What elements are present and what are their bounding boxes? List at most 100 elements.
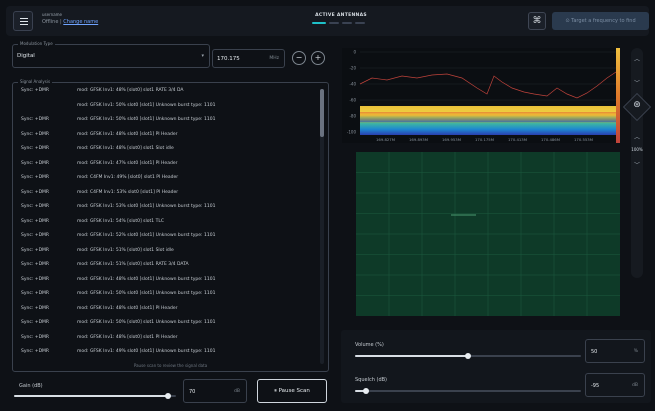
zoom-out-icon[interactable]: ﹀ (631, 160, 643, 169)
pause-scan-button[interactable]: ⏸ Pause Scan (257, 379, 327, 403)
spectrum-x-tick: 169.893M (409, 137, 428, 142)
spectrum-y-tick: -80 (349, 114, 356, 119)
log-scrollbar[interactable] (320, 89, 324, 364)
signal-wave-icon: ⌘ (532, 16, 542, 26)
log-detail: mod: GFSK Inv1: 48% [slot0] slot1 PI Hea… (77, 334, 178, 340)
antenna-indicator (355, 22, 365, 24)
spectrum-y-tick: -100 (347, 130, 357, 135)
squelch-label: Squelch (dB) (355, 377, 387, 383)
chevron-down-icon: ▾ (201, 53, 204, 59)
log-detail: mod: GFSK Inv1: 50% slot0 [slot1] Unknow… (77, 291, 216, 296)
user-block: username Offline | Change name (42, 12, 98, 25)
waterfall-svg (356, 152, 620, 316)
squelch-unit: dB (632, 383, 638, 388)
waterfall-plot[interactable] (356, 152, 620, 316)
spectrum-x-tick: 170.553M (574, 137, 593, 142)
log-sync: Sync: +DMR (21, 218, 50, 224)
log-sync: Sync: +DMR (21, 291, 50, 296)
spectrum-x-tick: 169.953M (442, 137, 461, 142)
spectrum-x-tick: 169.827M (376, 137, 395, 142)
spectrum-trace (359, 71, 617, 99)
frequency-decrease-button[interactable]: − (292, 51, 306, 65)
pause-icon: ⏸ (274, 388, 279, 394)
top-bar: username Offline | Change name ACTIVE AN… (6, 6, 649, 36)
spectrum-plot[interactable]: 0 -20 -40 -60 -80 -100 169.827M 169.893M 169.95… (342, 48, 620, 143)
log-sync: Sync: +DMR (21, 117, 50, 122)
log-detail: mod: GFSK Inv1: 48% slot0 [slot1] PI Hea… (77, 131, 178, 137)
frequency-unit: MHz (269, 56, 279, 61)
plus-icon: + (314, 53, 322, 62)
spectrum-y-tick: -20 (349, 66, 356, 71)
log-detail: mod: GFSK Inv1: 48% [slot0] slot1 RATE 3… (77, 88, 184, 93)
volume-slider-fill (355, 355, 468, 357)
log-detail: mod: GFSK Inv1: 50% [slot0] slot1 Unknow… (77, 320, 216, 325)
squelch-value: -95 (591, 383, 600, 389)
menu-button[interactable] (13, 11, 33, 31)
spectrum-color-scale (616, 48, 620, 143)
log-sync: Sync: +DMR (21, 320, 50, 325)
log-sync: Sync: +DMR (21, 204, 50, 209)
log-detail: mod: GFSK Inv1: 48% slot0 [slot1] PI Hea… (77, 305, 178, 311)
change-name-link[interactable]: Change name (63, 19, 98, 25)
volume-unit: % (633, 349, 638, 354)
spectrum-y-tick: 0 (353, 50, 356, 55)
log-detail: mod: GFSK Inv1: 47% slot0 [slot1] PI Hea… (77, 160, 178, 166)
log-detail: mod: GFSK Inv1: 48% slot0 [slot1] Unknow… (77, 276, 216, 282)
spectrum-y-ticks: 0 -20 -40 -60 -80 -100 (347, 50, 357, 135)
volume-value: 50 (591, 349, 598, 355)
gain-label: Gain (dB) (19, 383, 43, 389)
chevron-up-icon[interactable]: ︿ (631, 54, 643, 63)
gain-unit: dB (234, 389, 240, 394)
log-detail: mod: C4FM Inv1: 49% [slot0] slot1 PI Hea… (77, 175, 179, 180)
hamburger-line (20, 21, 28, 22)
squelch-slider-knob[interactable] (363, 388, 369, 394)
volume-label: Volume (%) (355, 342, 384, 348)
log-sync: Sync: +DMR (21, 247, 50, 253)
modulation-select[interactable]: Modulation Type Digital ▾ (12, 41, 210, 68)
squelch-slider[interactable] (355, 388, 581, 394)
modulation-legend: Modulation Type (18, 41, 55, 46)
log-sync: Sync: +DMR (21, 233, 50, 238)
target-button-label: Target a frequency to find (571, 18, 636, 24)
target-frequency-button[interactable]: ⊙ Target a frequency to find (552, 12, 649, 30)
gain-slider-knob[interactable] (165, 393, 171, 399)
status-text: Offline | (42, 19, 64, 25)
spectrum-svg: 0 -20 -40 -60 -80 -100 169.827M 169.893M 169.95… (347, 50, 617, 142)
log-sync: Sync: +DMR (21, 160, 50, 166)
user-name: username (42, 12, 62, 17)
chevron-down-icon[interactable]: ﹀ (631, 78, 643, 87)
signal-wave-button[interactable]: ⌘ (528, 12, 546, 30)
squelch-input[interactable]: -95 dB (585, 373, 645, 397)
gain-slider-fill (14, 395, 168, 397)
active-antennas: ACTIVE ANTENNAS (306, 13, 376, 25)
gain-slider[interactable] (14, 393, 176, 399)
frequency-input[interactable]: 170.175 MHz (212, 49, 285, 68)
spectrum-x-ticks: 169.827M 169.893M 169.953M 170.175M 170.413M… (376, 137, 593, 142)
scrollbar-thumb[interactable] (320, 89, 324, 137)
antenna-indicator (342, 22, 352, 24)
spectrum-x-tick: 170.175M (475, 137, 494, 142)
log-sync: Sync: +DMR (21, 131, 50, 137)
gain-value: 70 (189, 389, 196, 395)
log-sync: Sync: +DMR (21, 262, 50, 267)
antenna-indicator (312, 22, 326, 24)
frequency-increase-button[interactable]: + (311, 51, 325, 65)
zoom-in-icon[interactable]: ︿ (631, 132, 643, 141)
waterfall-grid (356, 152, 620, 316)
log-sync: Sync: +DMR (21, 146, 50, 151)
log-detail: mod: GFSK Inv1: 51% [slot0] slot1 Slot i… (77, 247, 174, 253)
signal-analysis-panel: Signal Analysis Sync: +DMR mod: GFSK Inv1… (12, 79, 329, 372)
zoom-controls: ︿ ﹀ ︿ ﹀ (631, 48, 643, 278)
volume-slider[interactable] (355, 353, 581, 359)
log-sync: Sync: +DMR (21, 334, 50, 340)
hamburger-line (20, 24, 28, 25)
spectrum-y-tick: -60 (349, 98, 356, 103)
audio-panel: Volume (%) 50 % Squelch (dB) -95 dB (341, 330, 651, 403)
gain-input[interactable]: 70 dB (183, 379, 247, 403)
volume-input[interactable]: 50 % (585, 339, 645, 363)
volume-slider-knob[interactable] (465, 353, 471, 359)
log-detail: mod: GFSK Inv1: 52% slot0 [slot1] Unknow… (77, 233, 216, 238)
hamburger-menu-icon (20, 18, 28, 19)
log-detail: mod: GFSK Inv1: 50% slot0 [slot1] Unknow… (77, 117, 216, 122)
log-detail: mod: GFSK Inv1: 50% slot0 [slot1] Unknow… (77, 102, 216, 108)
